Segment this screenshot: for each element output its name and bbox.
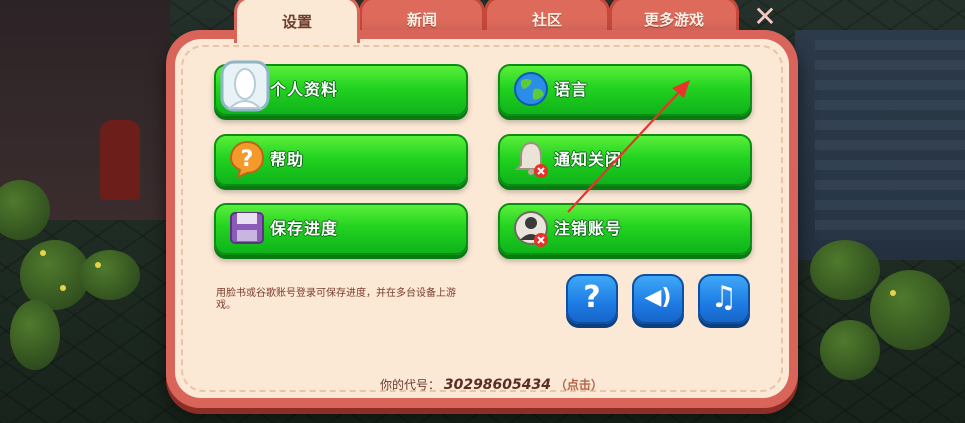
language-button-label: 语言 — [554, 80, 589, 99]
floppy-disk-icon — [228, 208, 266, 248]
tab-settings[interactable]: 设置 — [234, 0, 360, 43]
flower — [60, 285, 66, 291]
music-toggle-button[interactable]: ♫ — [698, 274, 750, 324]
delete-account-button[interactable]: 注销账号 — [498, 203, 752, 255]
flower — [95, 262, 101, 268]
help-round-button[interactable]: ? — [566, 274, 618, 324]
bush — [810, 240, 880, 300]
red-furniture — [100, 120, 140, 200]
notifications-button[interactable]: 通知关闭 — [498, 134, 752, 186]
profile-button-label: 个人资料 — [270, 80, 339, 99]
flower — [40, 250, 46, 256]
profile-button[interactable]: 个人资料 — [214, 60, 468, 116]
help-button-label: 帮助 — [270, 150, 305, 169]
bush — [870, 270, 950, 350]
player-code-row[interactable]: 你的代号： 30298605434 （点击） — [380, 376, 603, 394]
save-progress-button[interactable]: 保存进度 — [214, 203, 468, 255]
tab-more-games-label: 更多游戏 — [643, 10, 704, 29]
help-button[interactable]: ? 帮助 — [214, 134, 468, 186]
user-remove-icon — [512, 208, 550, 248]
bush — [80, 250, 140, 300]
tab-settings-label: 设置 — [281, 12, 312, 31]
close-icon[interactable]: ✕ — [752, 3, 778, 31]
save-progress-button-label: 保存进度 — [270, 219, 339, 238]
svg-text:?: ? — [241, 147, 254, 172]
avatar-silhouette-icon — [220, 60, 270, 112]
music-note-icon: ♫ — [710, 280, 738, 315]
sound-toggle-button[interactable]: ◀) — [632, 274, 684, 324]
bell-off-icon — [512, 139, 550, 179]
staircase — [815, 40, 965, 240]
player-code-label: 你的代号： — [380, 378, 441, 392]
question-icon: ? — [583, 280, 601, 315]
notifications-button-label: 通知关闭 — [554, 150, 623, 169]
globe-icon — [512, 69, 550, 109]
player-code-tap-hint: （点击） — [554, 378, 603, 392]
language-button[interactable]: 语言 — [498, 64, 752, 116]
delete-account-button-label: 注销账号 — [554, 219, 623, 238]
bush — [820, 320, 880, 380]
speaker-icon: ◀) — [644, 285, 672, 310]
tab-community-label: 社区 — [531, 10, 562, 29]
bush — [10, 300, 60, 370]
tab-news-label: 新闻 — [406, 10, 437, 29]
login-hint-text: 用脸书或谷歌账号登录可保存进度，并在多台设备上游戏。 — [216, 288, 456, 311]
flower — [890, 290, 896, 296]
question-bubble-icon: ? — [228, 139, 266, 179]
player-code-value: 30298605434 — [443, 377, 551, 393]
